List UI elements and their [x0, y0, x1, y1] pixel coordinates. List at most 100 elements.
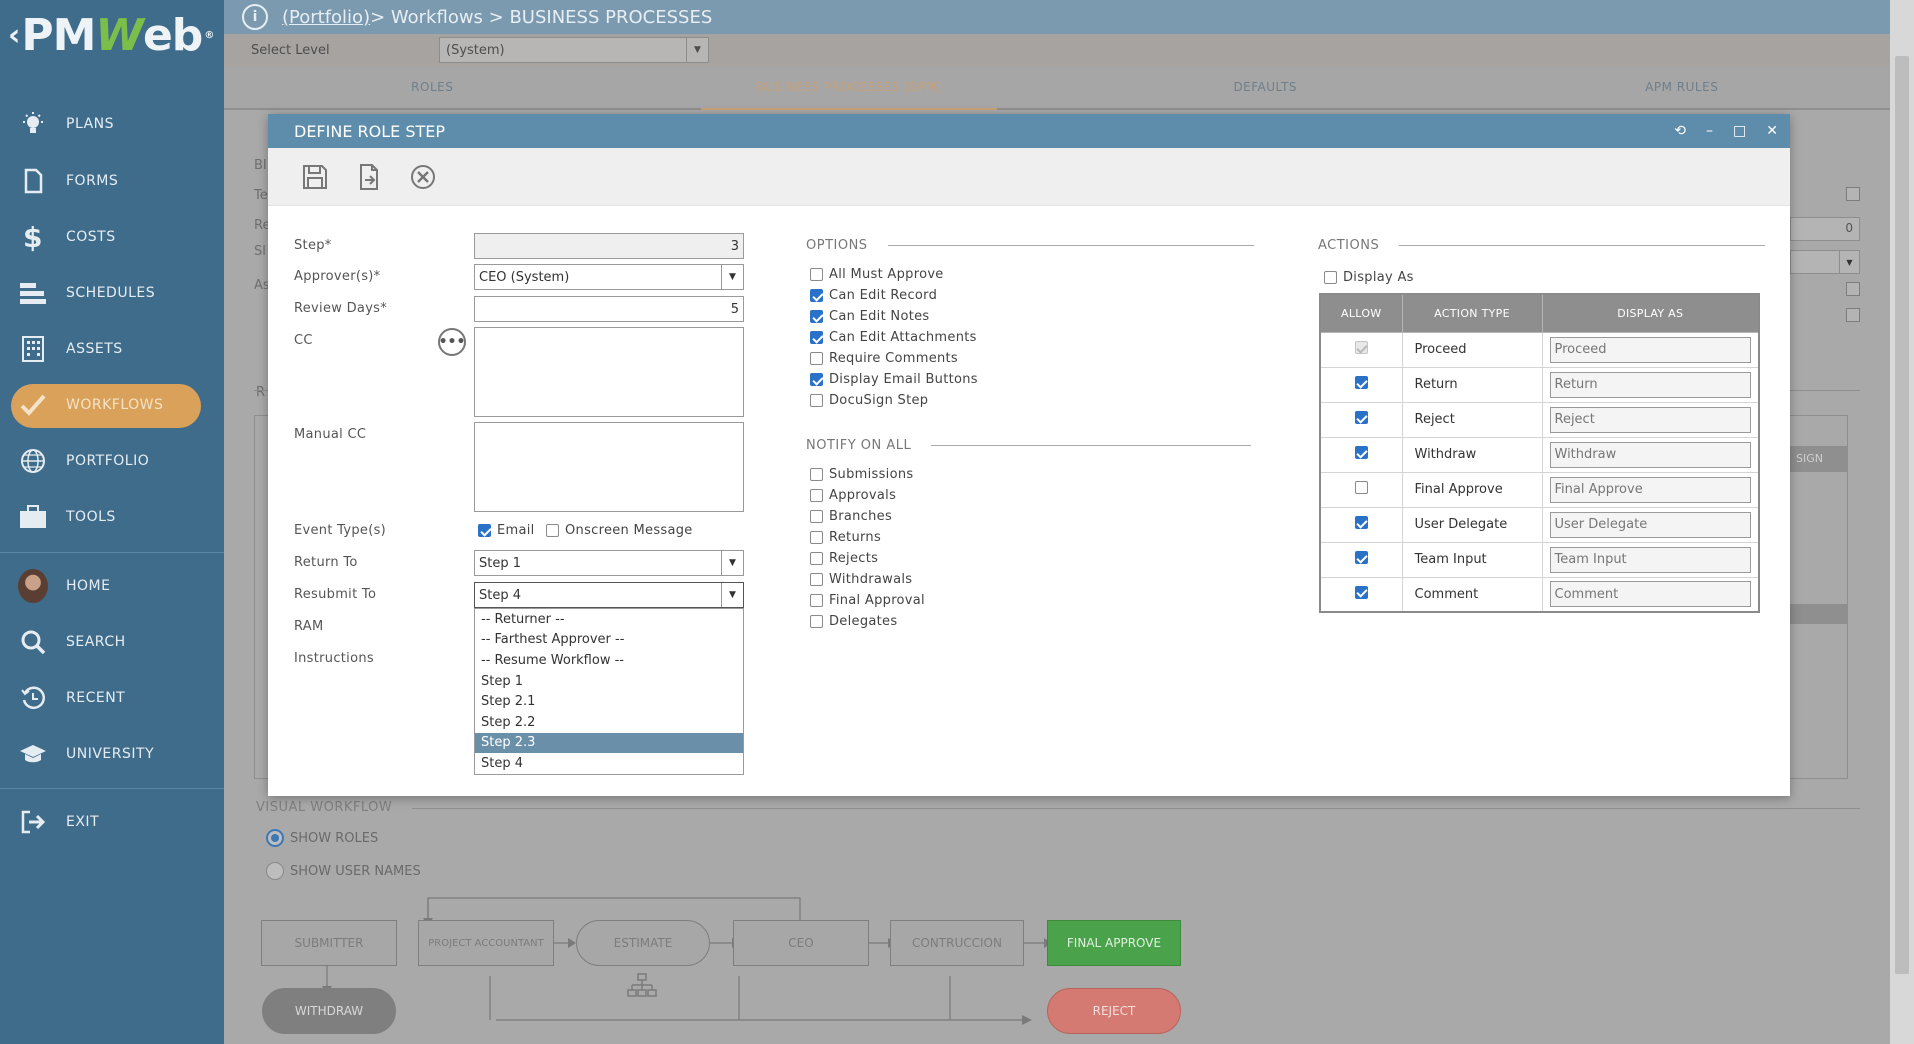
dropdown-option[interactable]: Step 2.2 — [475, 712, 743, 733]
option-can-edit-notes[interactable]: Can Edit Notes — [810, 309, 929, 324]
display-as-input[interactable]: User Delegate — [1549, 511, 1751, 538]
checkbox[interactable] — [810, 373, 823, 386]
pmweb-logo[interactable]: ‹ PM Web ® — [0, 0, 224, 70]
show-user-names-radio[interactable]: SHOW USER NAMES — [266, 862, 421, 880]
notify-approvals[interactable]: Approvals — [810, 488, 896, 503]
sidebar-item-home[interactable]: HOME — [0, 563, 224, 609]
sidebar-item-schedules[interactable]: SCHEDULES — [0, 270, 224, 316]
close-icon[interactable]: ✕ — [1766, 123, 1778, 139]
notify-returns[interactable]: Returns — [810, 530, 881, 545]
display-as-input[interactable]: Return — [1549, 371, 1751, 398]
checkbox[interactable] — [810, 268, 823, 281]
dropdown-option[interactable]: -- Returner -- — [475, 609, 743, 630]
allow-checkbox[interactable] — [1354, 481, 1368, 494]
option-display-email-buttons[interactable]: Display Email Buttons — [810, 372, 978, 387]
notify-delegates[interactable]: Delegates — [810, 614, 897, 629]
bg-checkbox[interactable] — [1846, 187, 1860, 201]
workflow-node-estimate[interactable]: ESTIMATE — [576, 920, 710, 966]
notify-submissions[interactable]: Submissions — [810, 467, 913, 482]
event-email-checkbox[interactable]: Email — [478, 523, 535, 538]
refresh-icon[interactable]: ⟲ — [1674, 123, 1686, 139]
checkbox[interactable] — [810, 489, 823, 502]
bg-select[interactable]: ▼ — [1790, 250, 1860, 274]
display-as-input[interactable]: Withdraw — [1549, 441, 1751, 468]
tab-roles[interactable]: ROLES — [224, 66, 641, 108]
option-can-edit-record[interactable]: Can Edit Record — [810, 288, 937, 303]
return-to-select[interactable]: Step 1 ▼ — [474, 550, 744, 576]
tab-defaults[interactable]: DEFAULTS — [1057, 66, 1474, 108]
checkbox[interactable] — [810, 468, 823, 481]
bg-checkbox[interactable] — [1846, 282, 1860, 296]
show-roles-radio[interactable]: SHOW ROLES — [266, 829, 378, 847]
dropdown-option[interactable]: Step 2.1 — [475, 691, 743, 712]
dropdown-option[interactable]: Step 4 — [475, 753, 743, 774]
notify-rejects[interactable]: Rejects — [810, 551, 878, 566]
workflow-node-contruccion[interactable]: CONTRUCCION — [890, 920, 1024, 966]
bg-checkbox[interactable] — [1846, 308, 1860, 322]
sidebar-item-portfolio[interactable]: PORTFOLIO — [0, 438, 224, 484]
workflow-node-ceo[interactable]: CEO — [733, 920, 869, 966]
allow-checkbox[interactable] — [1354, 411, 1368, 424]
tab-business-processes[interactable]: BUSINESS PROCESSES (BPM) — [641, 66, 1058, 110]
workflow-node-reject[interactable]: REJECT — [1047, 988, 1181, 1034]
display-as-input[interactable]: Team Input — [1549, 546, 1751, 573]
approver-select[interactable]: CEO (System) ▼ — [474, 264, 744, 290]
breadcrumb-portfolio-link[interactable]: (Portfolio) — [282, 7, 370, 28]
allow-checkbox[interactable] — [1354, 376, 1368, 389]
notify-withdrawals[interactable]: Withdrawals — [810, 572, 912, 587]
scrollbar-thumb[interactable] — [1895, 56, 1909, 974]
option-can-edit-attachments[interactable]: Can Edit Attachments — [810, 330, 977, 345]
maximize-icon[interactable]: □ — [1733, 123, 1746, 139]
checkbox[interactable] — [810, 310, 823, 323]
dropdown-option-highlighted[interactable]: Step 2.3 — [475, 732, 743, 754]
workflow-node-submitter[interactable]: SUBMITTER — [261, 920, 397, 966]
sidebar-item-search[interactable]: SEARCH — [0, 619, 224, 665]
dropdown-option[interactable]: -- Resume Workflow -- — [475, 650, 743, 671]
resubmit-to-select[interactable]: Step 4 ▼ — [474, 582, 744, 608]
option-docusign-step[interactable]: DocuSign Step — [810, 393, 928, 408]
cc-more-button[interactable]: ••• — [438, 328, 466, 356]
bg-input[interactable]: 0 — [1790, 217, 1860, 241]
dropdown-option[interactable]: -- Farthest Approver -- — [475, 630, 743, 651]
display-as-input[interactable]: Proceed — [1549, 336, 1751, 363]
save-and-close-icon[interactable] — [352, 160, 386, 194]
checkbox[interactable] — [810, 552, 823, 565]
sidebar-item-costs[interactable]: $ COSTS — [0, 214, 224, 260]
review-days-field[interactable]: 5 — [474, 296, 744, 322]
display-as-input[interactable]: Reject — [1549, 406, 1751, 433]
manual-cc-textarea[interactable] — [474, 422, 744, 512]
allow-checkbox[interactable] — [1354, 551, 1368, 564]
select-level-dropdown[interactable]: (System) ▼ — [439, 37, 709, 63]
checkbox[interactable] — [478, 524, 491, 537]
allow-checkbox[interactable] — [1354, 516, 1368, 529]
info-icon[interactable]: i — [242, 4, 268, 30]
checkbox[interactable] — [810, 531, 823, 544]
option-all-must-approve[interactable]: All Must Approve — [810, 267, 944, 282]
display-as-input[interactable]: Comment — [1549, 581, 1751, 608]
notify-branches[interactable]: Branches — [810, 509, 892, 524]
checkbox[interactable] — [546, 524, 559, 537]
display-as-checkbox[interactable]: Display As — [1324, 270, 1414, 285]
page-scrollbar[interactable] — [1890, 0, 1914, 1044]
checkbox[interactable] — [810, 510, 823, 523]
workflow-node-withdraw[interactable]: WITHDRAW — [262, 988, 396, 1034]
sidebar-item-workflows[interactable]: WORKFLOWS — [0, 382, 224, 428]
dropdown-option[interactable]: Step 1 — [475, 671, 743, 692]
allow-checkbox[interactable] — [1354, 446, 1368, 459]
display-as-input[interactable]: Final Approve — [1549, 476, 1751, 503]
checkbox[interactable] — [810, 594, 823, 607]
event-onscreen-checkbox[interactable]: Onscreen Message — [546, 523, 693, 538]
cc-textarea[interactable] — [474, 327, 744, 417]
sidebar-item-recent[interactable]: RECENT — [0, 675, 224, 721]
option-require-comments[interactable]: Require Comments — [810, 351, 958, 366]
checkbox[interactable] — [1324, 271, 1337, 284]
sidebar-item-university[interactable]: UNIVERSITY — [0, 731, 224, 777]
workflow-node-project-accountant[interactable]: PROJECT ACCOUNTANT — [418, 920, 554, 966]
checkbox[interactable] — [810, 352, 823, 365]
workflow-node-final-approve[interactable]: FINAL APPROVE — [1047, 920, 1181, 966]
save-icon[interactable] — [298, 160, 332, 194]
sidebar-item-forms[interactable]: FORMS — [0, 158, 224, 204]
sidebar-item-assets[interactable]: ASSETS — [0, 326, 224, 372]
minimize-icon[interactable]: – — [1706, 123, 1713, 139]
tab-apm-rules[interactable]: APM RULES — [1474, 66, 1891, 108]
